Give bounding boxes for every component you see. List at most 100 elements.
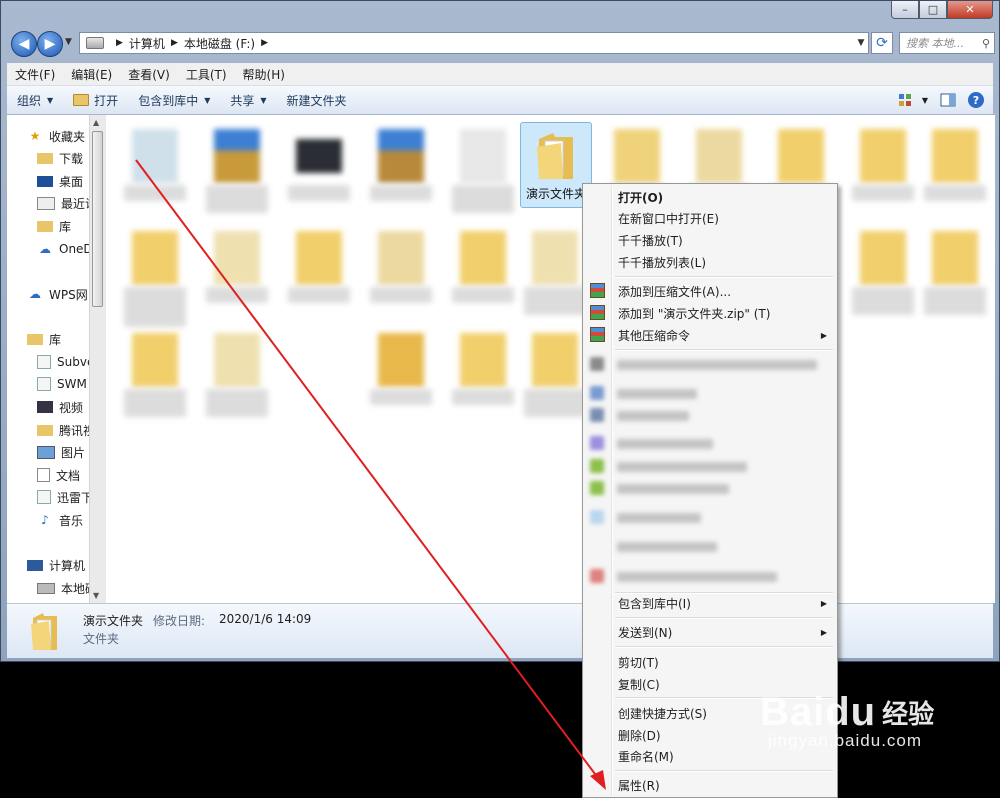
folder-item[interactable] — [448, 327, 518, 413]
menu-help[interactable]: 帮助(H) — [235, 66, 293, 83]
scroll-down-icon[interactable]: ▼ — [93, 591, 99, 600]
folder-icon — [378, 333, 424, 387]
forward-button[interactable]: ▶ — [37, 31, 63, 57]
share-button[interactable]: 共享 ▼ — [220, 92, 276, 109]
folder-item[interactable] — [520, 225, 590, 315]
maximize-button[interactable]: □ — [919, 1, 947, 19]
help-button[interactable]: ? — [965, 90, 987, 110]
file-item[interactable] — [366, 123, 436, 209]
nav-local-disk[interactable]: 本地磁 — [37, 578, 89, 598]
search-input[interactable]: 搜索 本地... ⚲ — [899, 32, 995, 54]
new-folder-button[interactable]: 新建文件夹 — [277, 92, 357, 109]
scroll-up-icon[interactable]: ▲ — [93, 118, 99, 127]
nav-downloads[interactable]: 下载 — [37, 148, 83, 168]
scrollbar-thumb[interactable] — [92, 131, 103, 307]
organize-button[interactable]: 组织 ▼ — [7, 92, 63, 109]
folder-item[interactable] — [202, 225, 272, 311]
menu-item-include-in-library[interactable]: 包含到库中(I) ▶ — [585, 592, 835, 614]
file-item[interactable] — [284, 123, 354, 209]
blurred-icon — [590, 510, 604, 524]
folder-item[interactable] — [848, 123, 918, 209]
nav-pictures[interactable]: 图片 — [37, 442, 85, 462]
include-in-library-button[interactable]: 包含到库中 ▼ — [128, 92, 220, 109]
folder-item[interactable] — [120, 327, 190, 417]
view-dropdown[interactable]: ▼ — [919, 90, 931, 110]
address-bar[interactable]: ▶ 计算机 ▶ 本地磁盘 (F:) ▶ ▼ — [79, 32, 869, 54]
menu-label: 其他压缩命令 — [618, 328, 691, 343]
nav-recent[interactable]: 最近访 — [37, 193, 89, 213]
open-button[interactable]: 打开 — [63, 92, 128, 109]
nav-tencent[interactable]: 腾讯视 — [37, 420, 89, 440]
nav-library-fav[interactable]: 库 — [37, 216, 71, 236]
chevron-down-icon[interactable]: ▼ — [854, 38, 868, 48]
menu-item-other-compress[interactable]: 其他压缩命令 ▶ — [585, 324, 835, 346]
menu-file[interactable]: 文件(F) — [7, 66, 63, 83]
folder-item[interactable] — [520, 327, 590, 417]
folder-icon — [132, 333, 178, 387]
preview-pane-button[interactable] — [937, 90, 959, 110]
menu-item-add-to-archive[interactable]: 添加到压缩文件(A)... — [585, 280, 835, 302]
nav-documents[interactable]: 文档 — [37, 465, 80, 485]
menu-item-cut[interactable]: 剪切(T) — [585, 651, 835, 673]
menu-item-properties[interactable]: 属性(R) — [585, 774, 835, 796]
details-modified-value: 2020/1/6 14:09 — [219, 612, 312, 626]
breadcrumb-computer[interactable]: 计算机 — [129, 35, 165, 52]
recent-pages-dropdown[interactable]: ▼ — [65, 37, 72, 47]
file-item[interactable] — [120, 123, 190, 209]
menu-item-qq-play[interactable]: 千千播放(T) — [585, 229, 835, 251]
nav-subversion[interactable]: Subve — [37, 352, 89, 372]
nav-label: OneD — [59, 242, 89, 256]
folder-item[interactable] — [848, 225, 918, 315]
close-button[interactable]: ✕ — [947, 1, 993, 19]
nav-favorites[interactable]: ★ 收藏夹 — [27, 126, 85, 146]
blurred-icon — [590, 459, 604, 473]
chevron-right-icon[interactable]: ▶ — [116, 38, 123, 48]
menu-item-send-to[interactable]: 发送到(N) ▶ — [585, 621, 835, 643]
chevron-down-icon: ▼ — [260, 95, 267, 105]
folder-item[interactable] — [366, 225, 436, 311]
folder-icon — [532, 333, 578, 387]
watermark-brand: Baidu — [760, 690, 877, 734]
folder-item[interactable] — [920, 225, 990, 315]
nav-videos[interactable]: 视频 — [37, 397, 83, 417]
folder-item[interactable] — [366, 327, 436, 413]
menu-item-add-to-zip[interactable]: 添加到 "演示文件夹.zip" (T) — [585, 302, 835, 324]
menu-label: 在新窗口中打开(E) — [618, 211, 719, 226]
chevron-right-icon[interactable]: ▶ — [171, 38, 178, 48]
folder-item[interactable] — [448, 225, 518, 311]
breadcrumb-local-disk[interactable]: 本地磁盘 (F:) — [184, 35, 255, 52]
chevron-right-icon[interactable]: ▶ — [261, 38, 268, 48]
nav-desktop[interactable]: 桌面 — [37, 171, 83, 191]
nav-computer[interactable]: 计算机 — [27, 555, 85, 575]
folder-item[interactable] — [120, 225, 190, 327]
menu-view[interactable]: 查看(V) — [120, 66, 178, 83]
menu-item-open-new-window[interactable]: 在新窗口中打开(E) — [585, 207, 835, 229]
change-view-button[interactable] — [895, 90, 917, 110]
menu-edit[interactable]: 编辑(E) — [63, 66, 120, 83]
nav-thunder[interactable]: 迅雷下 — [37, 487, 89, 507]
nav-swm[interactable]: SWM — [37, 374, 87, 394]
nav-label: 收藏夹 — [49, 129, 86, 144]
folder-item[interactable] — [202, 327, 272, 417]
nav-onedrive[interactable]: ☁ OneD — [37, 239, 89, 259]
menu-item-qq-playlist[interactable]: 千千播放列表(L) — [585, 251, 835, 273]
nav-wps-cloud[interactable]: ☁ WPS网 — [27, 284, 88, 304]
folder-item[interactable] — [284, 225, 354, 311]
menu-item-open[interactable]: 打开(O) — [585, 186, 835, 208]
refresh-button[interactable]: ⟳ — [871, 32, 893, 54]
minimize-button[interactable]: – — [891, 1, 919, 19]
menu-tools[interactable]: 工具(T) — [178, 66, 235, 83]
share-label: 共享 — [230, 93, 255, 108]
folder-icon — [460, 333, 506, 387]
file-item[interactable] — [202, 123, 272, 213]
folder-item[interactable] — [920, 123, 990, 209]
nav-scrollbar[interactable]: ▲ ▼ — [89, 115, 106, 603]
back-button[interactable]: ◀ — [11, 31, 37, 57]
nav-label: 库 — [49, 332, 62, 347]
file-caption — [288, 287, 350, 303]
video-icon — [37, 401, 53, 413]
file-item[interactable] — [448, 123, 518, 213]
blurred-icon — [590, 408, 604, 422]
nav-music[interactable]: ♪ 音乐 — [37, 510, 83, 530]
nav-libraries[interactable]: 库 — [27, 329, 61, 349]
